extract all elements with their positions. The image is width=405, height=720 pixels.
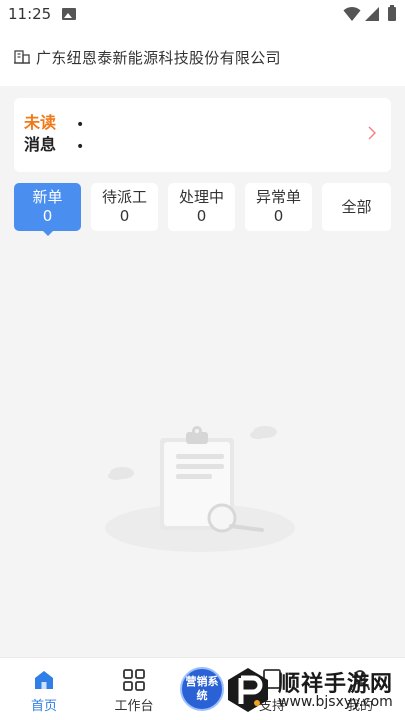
tab-label: 全部 xyxy=(341,198,372,216)
chevron-right-icon[interactable] xyxy=(367,125,377,141)
message-bullet: • xyxy=(76,139,85,155)
watermark: 顺祥手游网 www.bjsxyy.com xyxy=(222,660,405,720)
message-label: 消息 xyxy=(24,135,57,154)
company-name: 广东纽恩泰新能源科技股份有限公司 xyxy=(36,49,281,67)
nav-label: 首页 xyxy=(30,699,57,714)
tab-count: 0 xyxy=(196,207,207,225)
nav-workbench[interactable]: 工作台 xyxy=(94,658,174,720)
unread-message-card[interactable]: 未读 消息 • • xyxy=(14,98,391,172)
nav-home[interactable]: 首页 xyxy=(4,658,84,720)
grid-icon xyxy=(123,669,145,691)
marketing-system-button[interactable]: 营销系统 xyxy=(180,667,224,711)
wifi-icon xyxy=(343,6,361,21)
status-bar: 11:25 xyxy=(0,0,405,30)
tab-new-orders[interactable]: 新单 0 xyxy=(14,183,81,236)
tab-label: 异常单 xyxy=(255,188,301,206)
nav-label: 工作台 xyxy=(114,699,154,714)
empty-state-clipboard-icon xyxy=(105,426,295,552)
message-list: • • xyxy=(76,114,84,158)
tab-label: 处理中 xyxy=(178,188,224,206)
tab-all[interactable]: 全部 xyxy=(322,183,391,231)
signal-icon xyxy=(365,7,379,21)
tab-label: 待派工 xyxy=(101,188,147,206)
tab-label: 新单 xyxy=(32,188,63,206)
status-time: 11:25 xyxy=(8,5,52,23)
home-icon xyxy=(35,671,53,689)
battery-icon xyxy=(388,5,396,21)
unread-message-label: 未读 消息 xyxy=(24,112,72,156)
tab-pending-dispatch[interactable]: 待派工 0 xyxy=(91,183,158,231)
message-bullet: • xyxy=(76,117,85,133)
watermark-logo-icon xyxy=(228,668,268,712)
tab-count: 0 xyxy=(42,207,53,225)
tab-count: 0 xyxy=(119,207,130,225)
tab-count: 0 xyxy=(273,207,284,225)
header: 广东纽恩泰新能源科技股份有限公司 xyxy=(0,30,405,86)
tab-exception-orders[interactable]: 异常单 0 xyxy=(245,183,312,231)
watermark-url: www.bjsxyy.com xyxy=(278,694,393,710)
tab-in-progress[interactable]: 处理中 0 xyxy=(168,183,235,231)
unread-label: 未读 xyxy=(24,113,57,132)
building-icon xyxy=(14,50,30,64)
image-notification-icon xyxy=(62,8,76,20)
